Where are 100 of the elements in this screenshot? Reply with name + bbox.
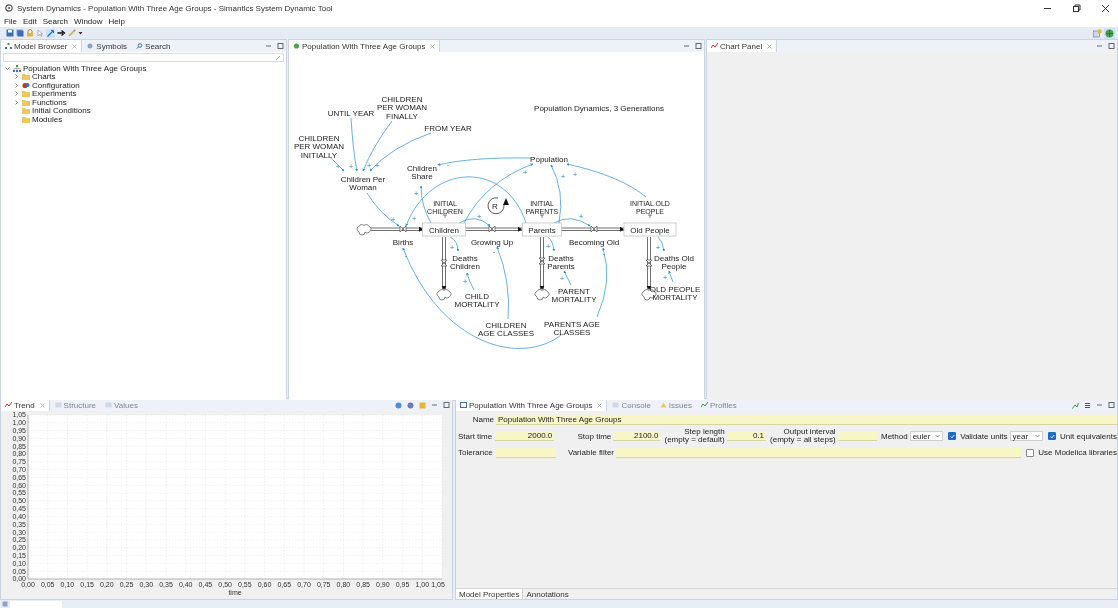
document-icon [460,402,467,408]
variable-label[interactable]: CHILD MORTALITY [454,291,500,309]
polarity-sign: + [559,274,565,283]
stock-label[interactable]: Old People [630,225,670,235]
chevron-icon [935,434,941,438]
variable-label[interactable]: PARENTS AGE CLASSES [544,319,600,337]
checkbox[interactable] [948,432,957,440]
flow-label[interactable]: Deaths Children [450,253,480,271]
filter-field[interactable] [3,53,284,62]
stock-label[interactable]: Children [429,225,459,235]
checkbox[interactable] [1048,432,1057,440]
tree-item[interactable]: Configuration [1,81,286,90]
flow-label[interactable]: Deaths Parents [547,253,575,271]
panel-tab[interactable]: Issues [655,399,696,411]
panel-tab[interactable]: Model Browser [1,40,83,52]
perspective-icon[interactable] [1093,28,1102,38]
maximize-icon[interactable] [695,43,702,49]
lock-icon[interactable] [26,29,34,37]
variable-label[interactable]: Population [530,154,568,164]
chart-line-icon [711,43,718,49]
name-field[interactable]: Population With Three Age Groups [496,414,1117,425]
stock-box[interactable] [623,222,677,237]
valve-icon [399,225,407,233]
panel-tab[interactable]: Values [101,399,142,411]
list-icon[interactable] [1084,401,1091,409]
output-interval-field[interactable] [837,431,877,441]
maximize-icon[interactable] [1108,402,1115,408]
start-time-field[interactable]: 2000.0 [495,431,555,441]
perspective-icon[interactable] [1104,27,1115,39]
checkbox[interactable] [1026,448,1035,457]
maximize-icon[interactable] [277,43,284,49]
polarity-sign: + [662,273,668,282]
menu-item[interactable]: Help [108,17,125,26]
maximize-icon[interactable] [443,402,450,408]
save-icon[interactable] [6,29,14,37]
variable-label[interactable]: CHILDREN PER WOMAN FINALLY [376,94,428,121]
clear-icon[interactable] [275,54,281,61]
polarity-sign: + [366,161,372,170]
stock-box[interactable] [522,222,562,237]
panel-tab[interactable]: Profiles [696,399,741,411]
panel-tab[interactable]: Structure [50,399,101,411]
panel-tab[interactable]: Console [608,399,655,411]
polarity-sign: + [655,243,661,252]
tree-item[interactable]: Initial Conditions [1,106,286,115]
field-label: Name [471,415,494,424]
stock-box[interactable] [422,222,466,237]
variable-label[interactable]: Children Share [407,163,437,181]
menu-item[interactable]: File [4,17,17,26]
panel-tab[interactable]: Chart Panel [707,40,778,52]
unit-dropdown[interactable]: year [1009,431,1044,441]
save-all-icon[interactable] [16,29,24,37]
stop-time-field[interactable]: 2100.0 [613,431,661,441]
caret-icon[interactable] [78,29,83,37]
flow-label[interactable]: Growing Up [470,237,514,247]
polarity-sign: + [522,168,528,177]
subtab[interactable]: Annotations [523,589,572,599]
menu-item[interactable]: Edit [22,17,37,26]
variable-label[interactable]: UNTIL YEAR [327,108,375,118]
checkbox-label: Validate units [959,431,1008,441]
panel-tab[interactable]: Symbols [83,40,132,52]
flow-label[interactable]: Births [392,237,414,247]
method-dropdown[interactable]: euler [909,431,944,441]
stock-label[interactable]: Parents [528,225,556,235]
variable-label[interactable]: CHILDREN PER WOMAN INITIALLY [293,133,345,160]
editor-tab[interactable]: Population With Three Age Groups [289,40,441,52]
panel-tab[interactable]: Search [132,40,175,52]
menu-item[interactable]: Search [42,17,69,26]
tree-item[interactable]: Charts [1,72,286,81]
close-icon[interactable] [1101,3,1110,13]
variable-label[interactable]: FROM YEAR [424,123,472,133]
chart-icon[interactable] [1072,401,1079,409]
variable-label[interactable]: PARENT MORTALITY [551,286,597,304]
tree-item[interactable]: Modules [1,115,286,124]
field-label: Variable filter [566,448,614,457]
tolerance-field[interactable] [496,447,556,458]
diagram-note: Population Dynamics, 3 Generations [534,104,664,113]
variable-label[interactable]: OLD PEOPLE MORTALITY [649,284,701,302]
flow-pipe [646,236,652,290]
flow-pipe [539,236,545,290]
tree-item[interactable]: Functions [1,98,286,107]
flow-pipe [370,226,424,232]
variable-label[interactable]: Children Per Woman [340,174,386,192]
variable-filter-field[interactable] [616,447,1022,458]
valve-icon [645,259,653,267]
shadow-marker [442,214,448,219]
restore-icon[interactable] [1072,3,1081,13]
search-icon [136,43,144,49]
flow-label[interactable]: Becoming Old [568,237,620,247]
step-length-field[interactable]: 0.1 [726,431,767,441]
flow-label[interactable]: Deaths Old People [654,253,694,271]
variable-label[interactable]: CHILDREN AGE CLASSES [478,320,534,338]
subtab[interactable]: Model Properties [456,589,524,599]
pointer-icon[interactable] [36,29,44,37]
tree-item[interactable]: Population With Three Age Groups [1,64,286,73]
maximize-icon[interactable] [1108,43,1115,49]
menu-item[interactable]: Window [74,17,103,26]
arrow-icon[interactable] [57,29,66,37]
polarity-sign: + [374,161,380,170]
connection-icon[interactable] [46,28,55,38]
tree-item[interactable]: Experiments [1,89,286,98]
